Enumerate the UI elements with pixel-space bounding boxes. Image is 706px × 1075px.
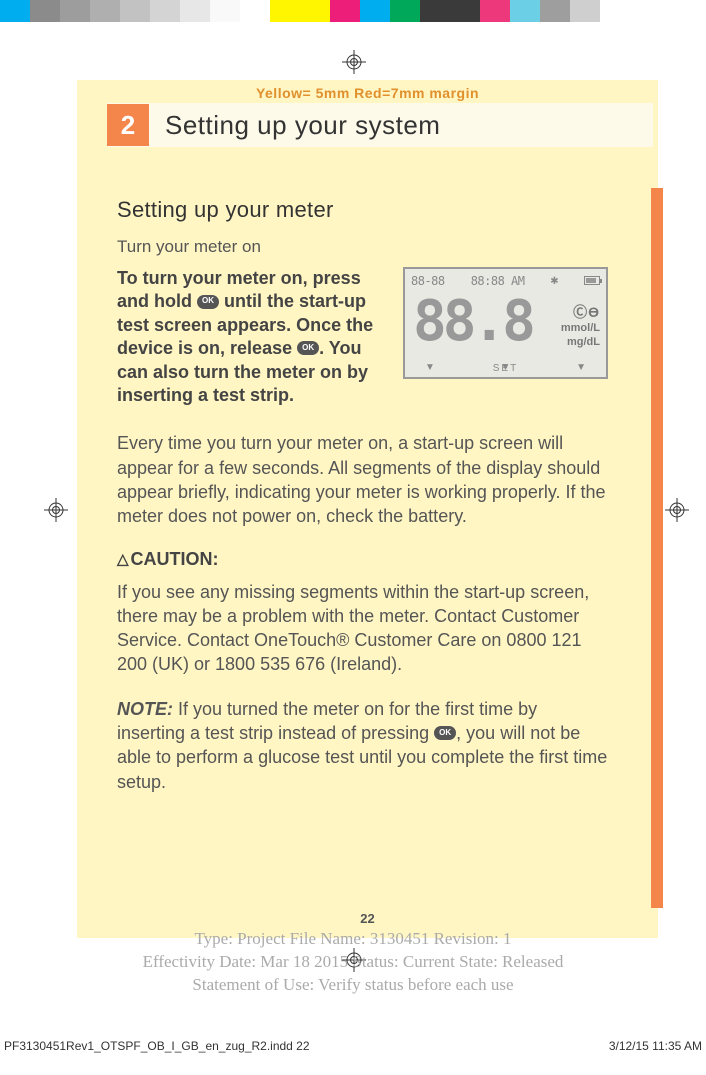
color-swatch xyxy=(30,0,60,22)
margin-note: Yellow= 5mm Red=7mm margin xyxy=(77,80,658,103)
bluetooth-icon: ✱ xyxy=(551,273,558,288)
color-swatch xyxy=(420,0,450,22)
color-swatch xyxy=(240,0,270,22)
warning-triangle-icon: △ xyxy=(117,550,129,568)
color-swatch xyxy=(0,0,30,22)
page-number: 22 xyxy=(77,911,658,926)
color-swatch xyxy=(330,0,360,22)
color-swatch xyxy=(570,0,600,22)
color-swatch xyxy=(300,0,330,22)
caution-heading: △CAUTION: xyxy=(117,549,608,570)
page-body: Setting up your meter Turn your meter on… xyxy=(77,147,658,794)
color-swatch xyxy=(60,0,90,22)
color-swatch xyxy=(450,0,480,22)
color-swatch xyxy=(270,0,300,22)
color-swatch xyxy=(180,0,210,22)
meta-line: Type: Project File Name: 3130451 Revisio… xyxy=(0,928,706,951)
lcd-set-label: SET xyxy=(405,363,606,374)
section-heading: Setting up your meter xyxy=(117,197,608,223)
color-swatch xyxy=(150,0,180,22)
manual-page: Yellow= 5mm Red=7mm margin 2 Setting up … xyxy=(77,80,658,938)
color-swatch xyxy=(120,0,150,22)
print-color-bar xyxy=(0,0,706,22)
battery-icon xyxy=(584,276,600,285)
ok-button-icon: OK xyxy=(434,726,456,740)
color-swatch xyxy=(390,0,420,22)
chapter-header: 2 Setting up your system xyxy=(107,103,653,147)
registration-mark-icon xyxy=(342,50,366,74)
lcd-reading: 88.8 xyxy=(413,289,532,354)
subsection-heading: Turn your meter on xyxy=(117,237,608,257)
footer-filename: PF3130451Rev1_OTSPF_OB_I_GB_en_zug_R2.in… xyxy=(4,1039,310,1053)
section-tab xyxy=(651,188,663,908)
body-paragraph: Every time you turn your meter on, a sta… xyxy=(117,431,608,528)
chapter-number-badge: 2 xyxy=(107,104,149,146)
ok-button-icon: OK xyxy=(197,295,219,309)
meta-line: Statement of Use: Verify status before e… xyxy=(0,974,706,997)
caution-body: If you see any missing segments within t… xyxy=(117,580,608,677)
chapter-title: Setting up your system xyxy=(165,110,440,141)
color-swatch xyxy=(540,0,570,22)
document-metadata: Type: Project File Name: 3130451 Revisio… xyxy=(0,928,706,997)
footer-timestamp: 3/12/15 11:35 AM xyxy=(609,1039,702,1053)
color-swatch xyxy=(90,0,120,22)
lcd-date: 88-88 xyxy=(411,274,445,288)
note-paragraph: NOTE: If you turned the meter on for the… xyxy=(117,697,608,794)
registration-mark-icon xyxy=(44,498,68,522)
color-swatch xyxy=(360,0,390,22)
color-swatch xyxy=(480,0,510,22)
note-label: NOTE: xyxy=(117,699,173,719)
ok-button-icon: OK xyxy=(297,341,319,355)
registration-mark-icon xyxy=(665,498,689,522)
print-footer: PF3130451Rev1_OTSPF_OB_I_GB_en_zug_R2.in… xyxy=(0,1039,706,1053)
color-swatch xyxy=(510,0,540,22)
lcd-units: ⒸӨ mmol/L mg/dL xyxy=(561,303,600,350)
color-swatch xyxy=(210,0,240,22)
meter-lcd-screen: 88-88 88:88 AM ✱ 88.8 ⒸӨ mmol/L mg/dL ▼▼… xyxy=(403,267,608,379)
intro-paragraph: To turn your meter on, press and hold OK… xyxy=(117,267,389,407)
meta-line: Effectivity Date: Mar 18 2015 Status: Cu… xyxy=(0,951,706,974)
lcd-time: 88:88 AM xyxy=(471,274,525,288)
